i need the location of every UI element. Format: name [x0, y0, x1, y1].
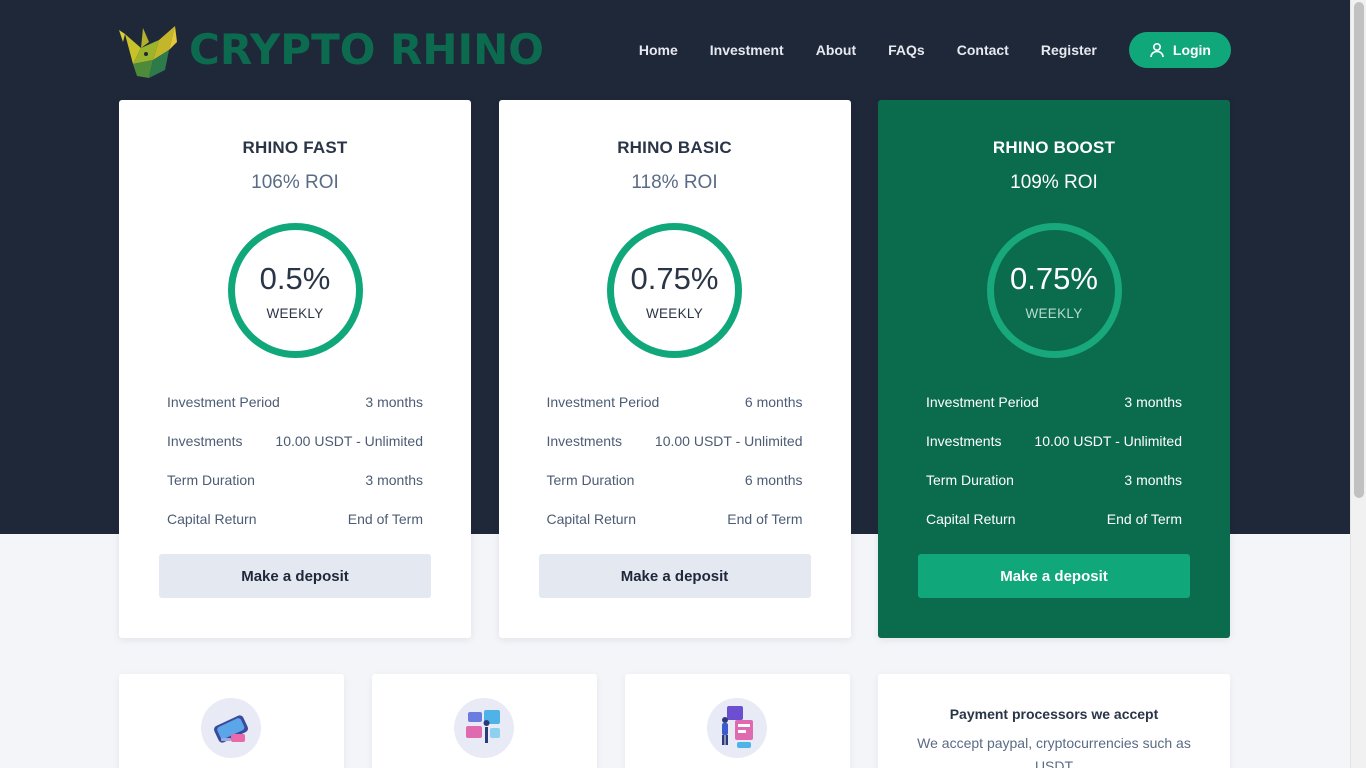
detail-label: Capital Return: [926, 511, 1016, 527]
rate-ring: 0.75% WEEKLY: [986, 223, 1122, 358]
page-scrollbar[interactable]: [1350, 0, 1366, 768]
plan-details: Investment Period 6 months Investments 10.…: [547, 388, 803, 544]
detail-label: Investments: [926, 433, 1002, 449]
rate-ring: 0.5% WEEKLY: [227, 223, 363, 358]
payments-card: Payment processors we accept We accept p…: [878, 674, 1230, 768]
detail-value: 3 months: [365, 394, 423, 410]
nav-contact[interactable]: Contact: [957, 42, 1009, 58]
detail-row: Investments 10.00 USDT - Unlimited: [926, 427, 1182, 466]
detail-label: Investments: [167, 433, 243, 449]
brand[interactable]: CRYPTO RHINO: [119, 18, 544, 82]
detail-row: Capital Return End of Term: [167, 505, 423, 544]
detail-value: 10.00 USDT - Unlimited: [275, 433, 423, 449]
make-deposit-button[interactable]: Make a deposit: [159, 554, 431, 598]
detail-label: Capital Return: [167, 511, 257, 527]
nav-investment[interactable]: Investment: [710, 42, 784, 58]
detail-row: Capital Return End of Term: [926, 505, 1182, 544]
make-deposit-button[interactable]: Make a deposit: [918, 554, 1190, 598]
rate-unit: WEEKLY: [266, 305, 324, 321]
payments-text: We accept paypal, cryptocurrencies such …: [917, 735, 1191, 768]
brand-name: CRYPTO RHINO: [189, 25, 545, 74]
detail-label: Term Duration: [167, 472, 255, 488]
nav-faqs[interactable]: FAQs: [888, 42, 925, 58]
nav-about[interactable]: About: [816, 42, 856, 58]
plan-title: RHINO BASIC: [617, 138, 732, 157]
plan-roi: 106% ROI: [251, 172, 339, 193]
rate-unit: WEEKLY: [645, 305, 704, 321]
plan-details: Investment Period 3 months Investments 10.…: [926, 388, 1182, 544]
detail-row: Capital Return End of Term: [547, 505, 803, 544]
detail-label: Investments: [546, 433, 622, 449]
detail-value: 10.00 USDT - Unlimited: [654, 433, 803, 449]
detail-row: Term Duration 6 months: [547, 466, 803, 505]
plan-title: RHINO FAST: [242, 138, 348, 157]
site-header: CRYPTO RHINO Home Investment About FAQs …: [119, 18, 1231, 82]
main-nav: Home Investment About FAQs Contact Regis…: [607, 32, 1231, 68]
scrollbar-thumb[interactable]: [1354, 2, 1364, 498]
nav-register[interactable]: Register: [1041, 42, 1097, 58]
detail-value: End of Term: [1106, 511, 1182, 527]
chart-presentation-icon: [707, 698, 767, 758]
rate-unit: WEEKLY: [1025, 305, 1083, 321]
detail-row: Term Duration 3 months: [926, 466, 1182, 505]
payments-title: Payment processors we accept: [949, 706, 1159, 722]
detail-value: 6 months: [744, 472, 803, 488]
plans-section: RHINO FAST 106% ROI 0.5% WEEKLY Investme…: [119, 100, 1230, 638]
detail-value: 10.00 USDT - Unlimited: [1034, 433, 1182, 449]
nav-home[interactable]: Home: [639, 42, 678, 58]
make-deposit-button[interactable]: Make a deposit: [538, 554, 811, 598]
detail-label: Investment Period: [546, 394, 660, 410]
detail-value: 6 months: [744, 394, 803, 410]
rhino-logo-icon: [119, 26, 177, 78]
rate-value: 0.5%: [259, 260, 331, 296]
rate-ring: 0.75% WEEKLY: [607, 223, 742, 358]
detail-row: Investments 10.00 USDT - Unlimited: [547, 427, 803, 466]
feature-card: [119, 674, 344, 768]
rate-value: 0.75%: [630, 260, 719, 296]
plan-roi: 109% ROI: [1010, 172, 1098, 193]
mobile-payment-icon: [201, 698, 261, 758]
plan-title: RHINO BOOST: [992, 138, 1116, 157]
detail-value: End of Term: [347, 511, 423, 527]
detail-row: Investment Period 3 months: [167, 388, 423, 427]
detail-label: Term Duration: [546, 472, 635, 488]
plan-card-fast: RHINO FAST 106% ROI 0.5% WEEKLY Investme…: [119, 100, 471, 638]
detail-value: 3 months: [1124, 472, 1182, 488]
login-label: Login: [1172, 42, 1211, 58]
detail-label: Capital Return: [546, 511, 637, 527]
plan-roi: 118% ROI: [631, 172, 718, 193]
rate-value: 0.75%: [1010, 260, 1098, 296]
detail-value: End of Term: [727, 511, 803, 527]
detail-row: Investments 10.00 USDT - Unlimited: [167, 427, 423, 466]
features-section: Payment processors we accept We accept p…: [119, 674, 1230, 768]
detail-label: Term Duration: [926, 472, 1014, 488]
detail-value: 3 months: [1124, 394, 1182, 410]
detail-row: Investment Period 3 months: [926, 388, 1182, 427]
detail-row: Term Duration 3 months: [167, 466, 423, 505]
feature-card: [625, 674, 850, 768]
feature-card: [372, 674, 597, 768]
login-button[interactable]: Login: [1128, 32, 1231, 68]
user-icon: [1150, 42, 1164, 58]
detail-label: Investment Period: [926, 394, 1039, 410]
plan-details: Investment Period 3 months Investments 10.…: [167, 388, 423, 544]
detail-row: Investment Period 6 months: [547, 388, 803, 427]
detail-value: 3 months: [365, 472, 423, 488]
dashboard-analytics-icon: [454, 698, 514, 758]
detail-label: Investment Period: [167, 394, 280, 410]
plan-card-basic: RHINO BASIC 118% ROI 0.75% WEEKLY Invest…: [498, 100, 851, 638]
plan-card-boost: RHINO BOOST 109% ROI 0.75% WEEKLY Invest…: [878, 100, 1230, 638]
